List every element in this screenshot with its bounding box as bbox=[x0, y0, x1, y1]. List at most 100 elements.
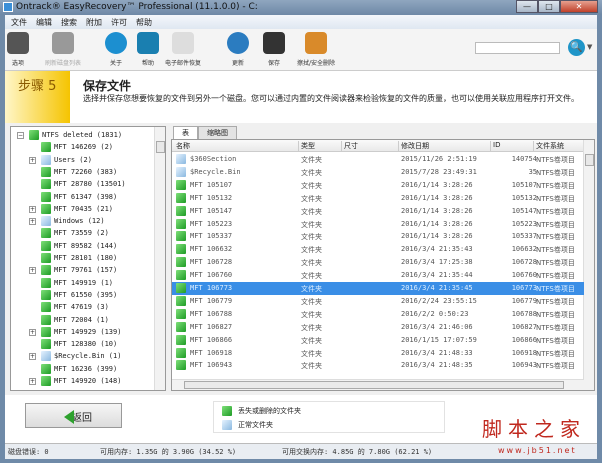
column-header[interactable]: 尺寸 bbox=[342, 141, 399, 152]
tree-item[interactable]: MFT 16236 (399) bbox=[41, 363, 118, 374]
menu-item[interactable]: 帮助 bbox=[136, 17, 152, 27]
close-button[interactable]: ✕ bbox=[560, 0, 598, 13]
tree-item[interactable]: $Recycle.Bin (1) bbox=[41, 351, 122, 362]
table-row[interactable]: MFT 105223 文件夹 2016/1/14 3:28:26 105223 NTFS… bbox=[172, 218, 584, 231]
table-row[interactable]: MFT 105147 文件夹 2016/1/14 3:28:26 105147 NTFS… bbox=[172, 205, 584, 218]
green-folder-icon bbox=[176, 179, 186, 190]
table-row[interactable]: MFT 105132 文件夹 2016/1/14 3:28:26 105132 NTFS… bbox=[172, 192, 584, 205]
toolbar-label: 擦拭/安全删除 bbox=[297, 60, 336, 67]
table-row[interactable]: MFT 106827 文件夹 2016/3/4 21:46:06 106827 NTFS… bbox=[172, 321, 584, 334]
green-folder-icon bbox=[176, 257, 186, 268]
table-row[interactable]: MFT 106918 文件夹 2016/3/4 21:48:33 106918 NTFS… bbox=[172, 347, 584, 360]
cell: 2016/3/4 21:48:35 bbox=[401, 361, 473, 370]
column-header[interactable]: ID bbox=[491, 141, 534, 152]
search-dropdown-icon[interactable]: ▼ bbox=[587, 43, 592, 51]
menu-item[interactable]: 许可 bbox=[111, 17, 127, 27]
tools-icon bbox=[7, 32, 29, 54]
table-row[interactable]: $360Section 文件夹 2015/11/26 2:51:19 140754 NT… bbox=[172, 153, 584, 166]
expand-toggle[interactable]: − bbox=[17, 132, 24, 139]
tab-table[interactable]: 表 bbox=[173, 126, 198, 139]
menu-item[interactable]: 编辑 bbox=[36, 17, 52, 27]
table-row[interactable]: $Recycle.Bin 文件夹 2015/7/28 23:49:31 35 NTFS卷… bbox=[172, 166, 584, 179]
table-row[interactable]: MFT 106779 文件夹 2016/2/24 23:55:15 106779 NTF… bbox=[172, 295, 584, 308]
list-hscrollbar[interactable] bbox=[172, 379, 584, 390]
legend-label: 正常文件夹 bbox=[238, 421, 273, 429]
tree-item-label: MFT 16236 (399) bbox=[54, 364, 118, 373]
column-header[interactable]: 修改日期 bbox=[399, 141, 491, 152]
tree-item[interactable]: MFT 149929 (139) bbox=[41, 326, 122, 337]
expand-toggle[interactable]: + bbox=[29, 218, 36, 226]
tree-item[interactable]: MFT 79761 (157) bbox=[41, 265, 117, 276]
back-label: 返回 bbox=[72, 413, 92, 424]
tree-item[interactable]: MFT 72004 (1) bbox=[41, 314, 109, 325]
table-row[interactable]: MFT 106788 文件夹 2016/2/2 0:50:23 106788 NTFS卷… bbox=[172, 308, 584, 321]
toolbar-button[interactable]: 保存 bbox=[263, 32, 285, 67]
tree-item[interactable]: MFT 61347 (398) bbox=[41, 191, 117, 202]
table-row[interactable]: MFT 106866 文件夹 2016/1/15 17:07:59 106866 NTF… bbox=[172, 334, 584, 347]
back-button[interactable]: 返回 bbox=[25, 403, 122, 428]
back-arrow-icon bbox=[64, 410, 74, 424]
tree-item[interactable]: MFT 149920 (148) bbox=[41, 376, 121, 386]
tree-item[interactable]: MFT 61550 (395) bbox=[41, 289, 117, 300]
tree-item[interactable]: Windows (12) bbox=[41, 216, 105, 227]
search-input[interactable] bbox=[475, 42, 560, 54]
menu-bar: 文件 编辑 搜索 附加 许可 帮助 bbox=[5, 15, 597, 29]
minimize-button[interactable]: — bbox=[516, 0, 538, 13]
table-row[interactable]: MFT 106760 文件夹 2016/3/4 21:35:44 106760 NTFS… bbox=[172, 269, 584, 282]
search-icon[interactable]: 🔍 bbox=[568, 39, 585, 56]
table-row[interactable]: MFT 106773 文件夹 2016/3/4 21:35:45 106773 NTFS… bbox=[172, 282, 584, 295]
tree-scrollbar[interactable] bbox=[154, 127, 165, 390]
toolbar-button[interactable]: 帮助 bbox=[137, 32, 159, 67]
cell: 106760 bbox=[511, 271, 537, 280]
cell: 文件夹 bbox=[301, 233, 322, 242]
mail-icon bbox=[172, 32, 194, 54]
tree-item-label: $Recycle.Bin (1) bbox=[54, 352, 122, 361]
tree-item[interactable]: Users (2) bbox=[41, 154, 92, 165]
tree-item[interactable]: MFT 149919 (1) bbox=[41, 277, 113, 288]
list-vscrollbar[interactable] bbox=[583, 140, 594, 390]
tree-item-label: MFT 28101 (180) bbox=[54, 254, 118, 262]
toolbar-button[interactable]: 刷新磁盘列表 bbox=[45, 32, 81, 67]
expand-toggle[interactable]: + bbox=[29, 156, 36, 164]
menu-item[interactable]: 附加 bbox=[86, 17, 102, 27]
tree-item[interactable]: MFT 70435 (21) bbox=[41, 203, 113, 214]
tree-item[interactable]: MFT 72260 (383) bbox=[41, 166, 117, 177]
table-row[interactable]: MFT 106943 文件夹 2016/3/4 21:48:35 106943 NTFS… bbox=[172, 359, 584, 372]
expand-toggle[interactable]: + bbox=[29, 267, 36, 275]
expand-toggle[interactable]: + bbox=[29, 353, 36, 361]
tree-item[interactable]: MFT 28780 (13501) bbox=[41, 179, 126, 190]
green-folder-icon bbox=[41, 302, 51, 313]
menu-item[interactable]: 文件 bbox=[11, 17, 27, 27]
tree-item[interactable]: MFT 73559 (2) bbox=[41, 228, 109, 239]
tree-item[interactable]: MFT 89582 (144) bbox=[41, 240, 117, 251]
column-header[interactable]: 类型 bbox=[299, 141, 342, 152]
table-row[interactable]: MFT 105107 文件夹 2016/1/14 3:28:26 105107 NTFS… bbox=[172, 179, 584, 192]
table-row[interactable]: MFT 106728 文件夹 2016/3/4 17:25:38 106728 NTFS… bbox=[172, 256, 584, 269]
expand-toggle[interactable]: + bbox=[29, 205, 36, 213]
column-header[interactable]: 文件系统 bbox=[534, 141, 584, 152]
expand-toggle[interactable]: + bbox=[29, 378, 36, 385]
tree-item[interactable]: MFT 28101 (180) bbox=[41, 253, 117, 263]
toolbar-button[interactable]: 更新 bbox=[227, 32, 249, 67]
tree-item-label: MFT 149929 (139) bbox=[54, 327, 122, 336]
toolbar-button[interactable]: 选项 bbox=[7, 32, 29, 67]
tree-item[interactable]: NTFS deleted (1831) bbox=[29, 130, 122, 140]
menu-item[interactable]: 搜索 bbox=[61, 17, 77, 27]
maximize-button[interactable]: □ bbox=[538, 0, 560, 13]
cell: 文件夹 bbox=[301, 349, 322, 358]
toolbar-button[interactable]: 电子邮件恢复 bbox=[165, 32, 201, 67]
toolbar-button[interactable]: 关于 bbox=[105, 32, 127, 67]
tree-item[interactable]: MFT 146269 (2) bbox=[41, 142, 113, 153]
toolbar-label: 保存 bbox=[267, 60, 280, 67]
tree-item[interactable]: MFT 128380 (10) bbox=[41, 339, 117, 350]
tree-item[interactable]: MFT 47619 (3) bbox=[41, 302, 109, 313]
column-header[interactable]: 名称 bbox=[174, 141, 299, 152]
cell: 文件夹 bbox=[301, 194, 322, 203]
expand-toggle[interactable]: + bbox=[29, 328, 36, 336]
cell: MFT 106773 bbox=[190, 284, 233, 292]
toolbar-button[interactable]: 擦拭/安全删除 bbox=[297, 32, 335, 67]
tab-thumbnails[interactable]: 缩略图 bbox=[198, 126, 237, 139]
table-row[interactable]: MFT 106632 文件夹 2016/3/4 21:35:43 106632 NTFS… bbox=[172, 243, 584, 256]
table-row[interactable]: MFT 105337 文件夹 2016/1/14 3:28:26 105337 NTFS… bbox=[172, 230, 584, 243]
watermark-text: 脚本之家 bbox=[482, 417, 586, 441]
